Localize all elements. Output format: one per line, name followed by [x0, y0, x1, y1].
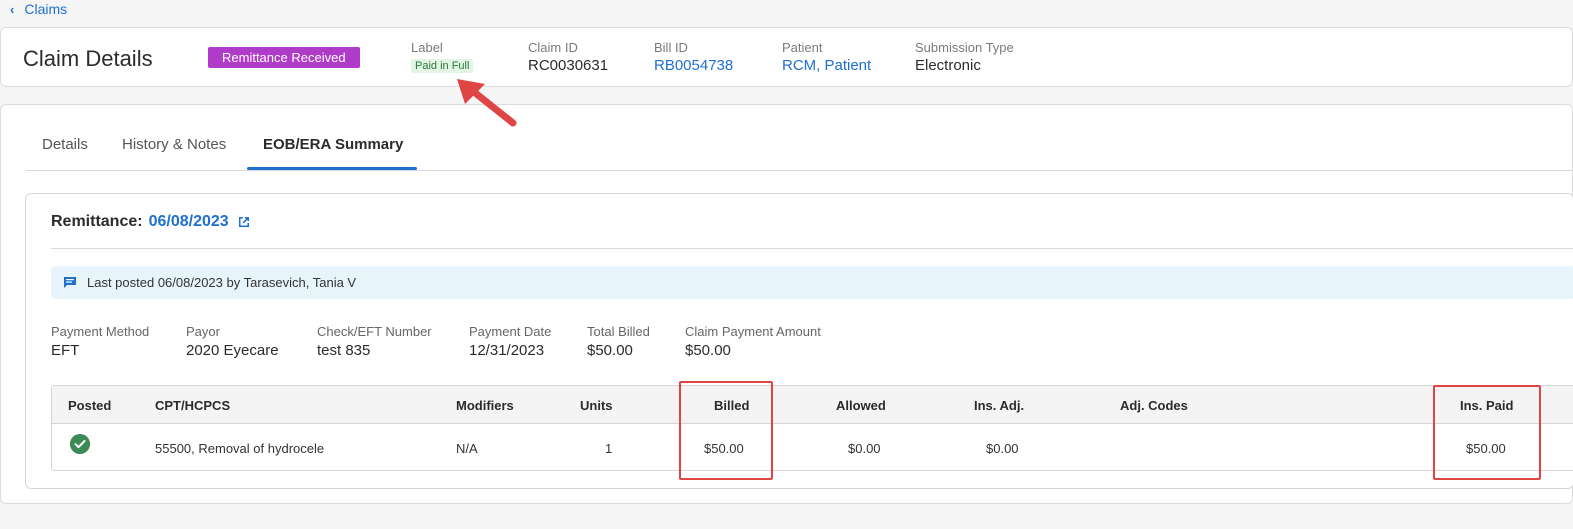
patient-link[interactable]: RCM, Patient [782, 57, 871, 74]
total-billed-value: $50.00 [587, 342, 633, 359]
col-modifiers: Modifiers [456, 398, 514, 413]
col-allowed: Allowed [836, 398, 886, 413]
payment-method-label: Payment Method [51, 324, 150, 339]
cpt-cell: 55500, Removal of hydrocele [155, 441, 325, 456]
modifiers-cell: N/A [456, 441, 478, 456]
table-header: Posted CPT/HCPCS Modifiers Units Billed … [52, 386, 1573, 424]
units-cell: 1 [605, 441, 613, 456]
label-caption: Label [411, 40, 443, 55]
ins-paid-highlight-box [1433, 385, 1541, 480]
last-posted-text: Last posted 06/08/2023 by Tarasevich, Ta… [87, 275, 357, 290]
total-billed-label: Total Billed [587, 324, 650, 339]
claim-payment-amount-field: Claim Payment Amount $50.00 [685, 324, 821, 359]
page-title: Claim Details [23, 46, 153, 71]
check-eft-number-label: Check/EFT Number [317, 324, 432, 339]
submission-type-field: Submission Type Electronic [915, 40, 1014, 74]
col-adj-codes: Adj. Codes [1120, 398, 1188, 413]
bill-id-link[interactable]: RB0054738 [654, 57, 733, 74]
patient-field: Patient RCM, Patient [782, 40, 871, 74]
claim-id-caption: Claim ID [528, 40, 578, 55]
claim-id-value: RC0030631 [528, 57, 609, 74]
label-field: Label Paid in Full [411, 40, 474, 74]
claim-id-field: Claim ID RC0030631 [528, 40, 608, 74]
payment-method-value: EFT [51, 342, 80, 359]
col-cpt-hcpcs: CPT/HCPCS [155, 398, 231, 413]
back-link-label: Claims [24, 1, 68, 17]
status-badge: Remittance Received [208, 47, 360, 68]
col-ins-adj: Ins. Adj. [974, 398, 1025, 413]
claim-payment-amount-value: $50.00 [685, 342, 731, 359]
payment-date-value: 12/31/2023 [469, 342, 545, 359]
tab-details[interactable]: Details [42, 136, 88, 153]
posted-check-icon [70, 434, 90, 454]
allowed-cell: $0.00 [848, 441, 881, 456]
payor-label: Payor [186, 324, 220, 339]
tab-history-notes[interactable]: History & Notes [122, 136, 226, 153]
paid-in-full-pill: Paid in Full [411, 59, 474, 73]
submission-type-caption: Submission Type [915, 40, 1014, 55]
remittance-date-link[interactable]: 06/08/2023 [149, 213, 229, 231]
check-eft-number-value: test 835 [317, 342, 371, 359]
payment-date-label: Payment Date [469, 324, 552, 339]
payor-field: Payor 2020 Eyecare [186, 324, 279, 359]
last-posted-banner: Last posted 06/08/2023 by Tarasevich, Ta… [51, 266, 1573, 299]
submission-type-value: Electronic [915, 57, 981, 74]
chevron-left-icon: ‹ [10, 1, 15, 17]
annotation-arrow-icon [457, 79, 517, 127]
total-billed-field: Total Billed $50.00 [587, 324, 650, 359]
bill-id-caption: Bill ID [654, 40, 688, 55]
col-units: Units [580, 398, 613, 413]
remittance-heading: Remittance: 06/08/2023 [51, 213, 251, 231]
claim-payment-amount-label: Claim Payment Amount [685, 324, 821, 339]
remittance-prefix: Remittance: [51, 213, 143, 230]
payment-method-field: Payment Method EFT [51, 324, 149, 359]
tab-eob-era-summary[interactable]: EOB/ERA Summary [263, 136, 403, 153]
remittance-card: Remittance: 06/08/2023 Last posted 06/08… [25, 193, 1573, 489]
patient-caption: Patient [782, 40, 823, 55]
tab-bar: Details History & Notes EOB/ERA Summary [26, 133, 1573, 171]
payor-value: 2020 Eyecare [186, 342, 279, 359]
col-posted: Posted [68, 398, 112, 413]
ins-adj-cell: $0.00 [986, 441, 1019, 456]
service-lines-table: Posted CPT/HCPCS Modifiers Units Billed … [51, 385, 1573, 471]
claim-header: Claim Details Remittance Received Label … [0, 27, 1573, 87]
active-tab-indicator [247, 167, 417, 170]
section-divider [51, 248, 1573, 249]
check-eft-number-field: Check/EFT Number test 835 [317, 324, 432, 359]
claim-content-card: Details History & Notes EOB/ERA Summary … [0, 104, 1573, 504]
billed-highlight-box [679, 381, 773, 480]
back-to-claims-link[interactable]: ‹ Claims [10, 1, 67, 17]
bill-id-field: Bill ID RB0054738 [654, 40, 733, 74]
external-link-icon[interactable] [237, 215, 251, 229]
comment-icon [64, 277, 76, 288]
payment-date-field: Payment Date 12/31/2023 [469, 324, 551, 359]
